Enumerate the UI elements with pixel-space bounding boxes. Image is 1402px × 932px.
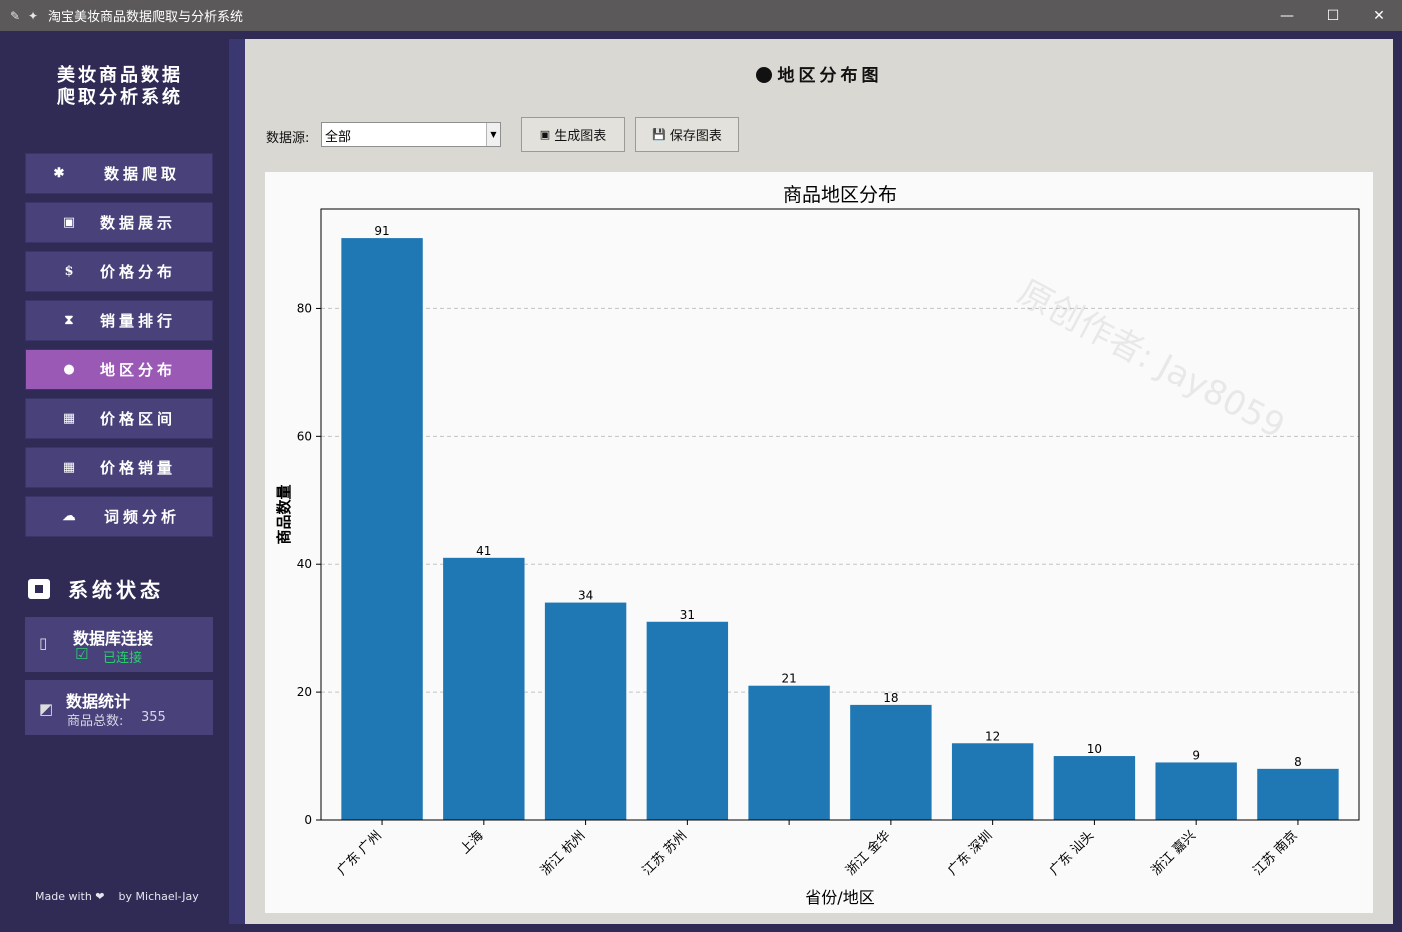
nav-sales-ranking[interactable]: ⧗ 销量排行 (25, 300, 213, 341)
x-tick-label: 上海 (458, 828, 487, 857)
db-status: 已连接 (103, 651, 143, 666)
x-tick-label: 江苏 南京 (1250, 828, 1301, 879)
box-icon: ▣ (539, 128, 551, 141)
bar (341, 238, 423, 821)
y-axis-label: 商品数量 (275, 484, 293, 544)
y-tick-label: 80 (297, 301, 312, 315)
floppy-disk-icon: 💾 (652, 128, 666, 141)
x-tick-label: 广东 汕头 (1047, 828, 1097, 878)
x-tick-label: 广东 广州 (335, 828, 385, 878)
chart-title: 商品地区分布 (783, 184, 897, 206)
data-label: 9 (1192, 748, 1200, 762)
save-chart-button[interactable]: 💾 保存图表 (635, 117, 739, 152)
data-label: 18 (883, 691, 898, 705)
x-tick-label: 江苏 苏州 (639, 828, 690, 879)
window-title: 淘宝美妆商品数据爬取与分析系统 (48, 10, 244, 25)
bar (951, 743, 1034, 820)
panel-divider (229, 39, 245, 924)
minimize-button[interactable]: — (1264, 0, 1310, 31)
chart-icon: ◩ (39, 700, 54, 718)
check-icon: ☑ (75, 645, 89, 663)
box-icon: ▣ (62, 215, 80, 230)
footer: Made with ❤ by Michael-Jay (35, 890, 199, 903)
chevron-down-icon[interactable]: ▼ (486, 123, 500, 146)
y-tick-label: 0 (304, 813, 312, 827)
data-label: 12 (985, 729, 1000, 743)
hourglass-icon: ⧗ (64, 313, 78, 328)
sparkle-icon: ✦ (28, 8, 39, 23)
data-label: 8 (1294, 755, 1302, 769)
data-label: 34 (578, 589, 593, 603)
sidebar: 美妆商品数据 爬取分析系统 ✱ 数据爬取 ▣ 数据展示 $ 价格分布 ⧗ 销量排… (0, 31, 229, 932)
x-tick-label: 浙江 嘉兴 (1149, 828, 1199, 878)
db-connection-card: ▯ 数据库连接 ☑ 已连接 (25, 617, 213, 672)
grid-icon: ▦ (62, 460, 80, 475)
maximize-button[interactable]: ☐ (1310, 0, 1356, 31)
globe-icon (755, 67, 772, 83)
bar (1053, 756, 1136, 820)
x-tick-label: 广东 深圳 (945, 828, 995, 878)
title-bar: ✎ ✦ 淘宝美妆商品数据爬取与分析系统 — ☐ ✕ (0, 0, 1402, 31)
nav-price-distribution[interactable]: $ 价格分布 (25, 251, 213, 292)
server-icon: ▯ (39, 634, 48, 652)
system-status-heading: 系统状态 (28, 574, 164, 603)
product-count: 355 (141, 710, 166, 725)
data-stats-card: ◩ 数据统计 商品总数: 355 (25, 680, 213, 735)
brand-title: 美妆商品数据 爬取分析系统 (57, 65, 183, 108)
y-tick-label: 40 (297, 557, 312, 571)
feather-icon: ✎ (10, 8, 21, 23)
bar (443, 557, 525, 820)
bar (850, 704, 932, 820)
source-label: 数据源: (266, 131, 310, 146)
nav-word-frequency[interactable]: ☁ 词频分析 (25, 496, 213, 537)
data-label: 31 (680, 608, 695, 622)
bar (1257, 768, 1339, 820)
bar (1155, 762, 1237, 820)
x-tick-label: 浙江 杭州 (538, 828, 588, 878)
page-title: 地区分布图 (245, 61, 1393, 86)
bar (748, 685, 830, 820)
cloud-icon: ☁ (62, 509, 80, 524)
nav-price-sales[interactable]: ▦ 价格销量 (25, 447, 213, 488)
close-button[interactable]: ✕ (1356, 0, 1402, 31)
generate-chart-button[interactable]: ▣ 生成图表 (521, 117, 625, 152)
y-tick-label: 60 (297, 429, 312, 443)
data-label: 41 (476, 544, 491, 558)
nav-data-crawl[interactable]: ✱ 数据爬取 (25, 153, 213, 194)
source-select[interactable]: 全部 ▼ (321, 122, 501, 147)
bar (544, 602, 627, 820)
x-axis-label: 省份/地区 (805, 888, 874, 907)
data-label: 10 (1087, 742, 1102, 756)
x-tick-label: 浙江 金华 (843, 828, 894, 879)
region-bar-chart: 商品地区分布 0 20 40 60 80 91 广东 广州 41 上海 34 浙江 杭州 31 江苏 苏州… (275, 184, 1360, 907)
chart-icon: ▦ (62, 411, 80, 426)
nav-data-display[interactable]: ▣ 数据展示 (25, 202, 213, 243)
nav-region-distribution[interactable]: ● 地区分布 (25, 349, 213, 390)
chart-area: 商品地区分布 0 20 40 60 80 91 广东 广州 41 上海 34 浙江 杭州 31 江苏 苏州… (265, 172, 1373, 913)
nav-price-range[interactable]: ▦ 价格区间 (25, 398, 213, 439)
globe-icon: ● (63, 362, 79, 377)
y-tick-label: 20 (297, 685, 312, 699)
spider-icon: ✱ (53, 166, 69, 181)
bar (646, 621, 729, 820)
money-bag-icon: $ (64, 264, 78, 279)
box-icon (28, 578, 50, 599)
data-label: 91 (374, 224, 389, 238)
data-label: 21 (781, 672, 796, 686)
